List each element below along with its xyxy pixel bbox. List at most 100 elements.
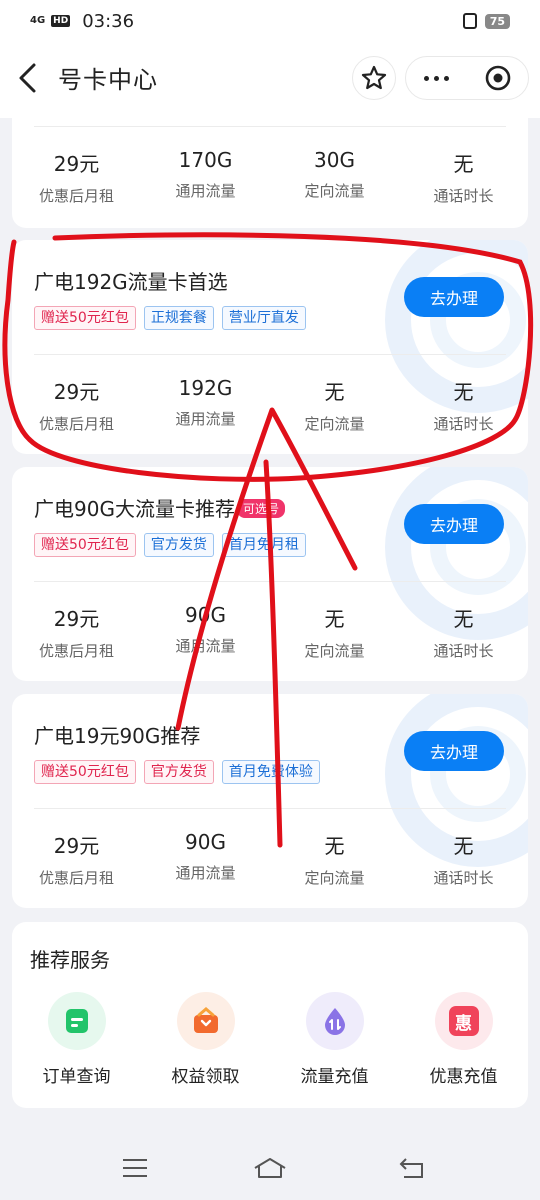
more-button[interactable] <box>406 75 467 81</box>
vibrate-icon <box>462 13 477 29</box>
card-stats: 29元 优惠后月租 192G 通用流量 无定向流量 无通话时长 <box>12 376 528 434</box>
stat-value: 无 <box>324 834 345 858</box>
stat-label: 定向流量 <box>304 182 365 200</box>
more-dot-icon <box>434 75 439 81</box>
favorite-button[interactable] <box>352 56 396 100</box>
stat-value: 170G <box>178 148 233 172</box>
stat-value: 无 <box>453 380 474 404</box>
stat-call-time: 无通话时长 <box>399 148 528 206</box>
back-nav-button[interactable] <box>392 1155 432 1181</box>
status-right: 75 <box>462 13 510 29</box>
card-90g-big[interactable]: 广电90G大流量卡推荐 可选号 赠送50元红包 官方发货 首月免月租 去办理 29… <box>12 467 528 681</box>
recommended-services: 推荐服务 订单查询 权益领取 流量充值 惠 优惠充值 <box>12 922 528 1108</box>
service-label: 优惠充值 <box>429 1067 498 1087</box>
card-title: 广电90G大流量卡推荐 可选号 <box>34 493 285 522</box>
apply-button[interactable]: 去办理 <box>404 504 504 544</box>
tag: 官方发货 <box>143 760 214 784</box>
stat-value: 无 <box>324 380 345 404</box>
tag: 官方发货 <box>143 533 214 557</box>
stat-label: 通用流量 <box>175 637 236 655</box>
stat-directed-data: 无定向流量 <box>270 830 399 888</box>
status-left: 4G HD 03:36 <box>30 11 134 32</box>
service-benefits[interactable]: 权益领取 <box>141 992 270 1087</box>
service-data-recharge[interactable]: 流量充值 <box>270 992 399 1087</box>
card-title: 广电192G流量卡首选 <box>34 270 228 294</box>
card-stats: 29元 优惠后月租 90G 通用流量 无定向流量 无通话时长 <box>12 603 528 661</box>
card-title-text: 广电90G大流量卡推荐 <box>34 497 235 521</box>
card-tags: 赠送50元红包 正规套餐 营业厅直发 <box>34 306 306 330</box>
back-button[interactable] <box>14 60 44 96</box>
stat-directed-data: 30G 定向流量 <box>270 148 399 206</box>
card-192g[interactable]: 广电192G流量卡首选 赠送50元红包 正规套餐 营业厅直发 去办理 29元优惠… <box>12 240 528 454</box>
stat-value: 无 <box>453 607 474 631</box>
service-discount-recharge[interactable]: 惠 优惠充值 <box>399 992 528 1087</box>
order-icon <box>47 992 106 1050</box>
hd-badge: HD <box>51 15 71 27</box>
service-order-query[interactable]: 订单查询 <box>12 992 141 1087</box>
clock: 03:36 <box>82 10 135 32</box>
stat-value: 29元 <box>53 607 100 631</box>
tag: 首月免费体验 <box>221 760 320 784</box>
card-divider <box>34 808 506 809</box>
selectable-number-badge: 可选号 <box>236 499 285 518</box>
stat-call-time: 无通话时长 <box>399 603 528 661</box>
card-stats: 29元 优惠后月租 90G 通用流量 无定向流量 无通话时长 <box>12 830 528 888</box>
stat-call-time: 无通话时长 <box>399 830 528 888</box>
apply-button[interactable]: 去办理 <box>404 277 504 317</box>
stat-value: 29元 <box>53 152 100 176</box>
stat-label: 通话时长 <box>433 869 494 887</box>
stat-value: 192G <box>178 376 233 400</box>
stat-label: 通用流量 <box>175 410 236 428</box>
stat-label: 优惠后月租 <box>38 642 114 660</box>
battery-level: 75 <box>484 13 510 29</box>
stat-value: 30G <box>314 148 355 172</box>
menu-button[interactable] <box>115 1155 155 1181</box>
tag: 正规套餐 <box>143 306 214 330</box>
stat-value: 90G <box>185 830 226 854</box>
more-dot-icon <box>424 75 429 81</box>
apply-button[interactable]: 去办理 <box>404 731 504 771</box>
back-arrow-icon <box>399 1158 423 1178</box>
stat-monthly: 29元优惠后月租 <box>12 148 141 206</box>
home-button[interactable] <box>250 1155 290 1181</box>
page-title: 号卡中心 <box>58 66 158 94</box>
stat-value: 29元 <box>53 834 100 858</box>
stat-value: 29元 <box>53 380 100 404</box>
close-mini-program-button[interactable] <box>467 64 528 92</box>
card-divider <box>34 354 506 355</box>
services-title: 推荐服务 <box>30 948 110 972</box>
stat-monthly: 29元优惠后月租 <box>12 376 141 434</box>
card-divider <box>34 581 506 582</box>
card-170g: 29元优惠后月租 170G 通用流量 30G 定向流量 无通话时长 <box>12 108 528 228</box>
stat-monthly: 29元 优惠后月租 <box>12 830 141 888</box>
stat-label: 优惠后月租 <box>38 187 114 205</box>
stat-general-data: 170G 通用流量 <box>141 148 270 206</box>
tag: 赠送50元红包 <box>34 760 136 784</box>
stat-label: 优惠后月租 <box>38 415 114 433</box>
service-label: 流量充值 <box>300 1067 369 1087</box>
stat-directed-data: 无定向流量 <box>270 376 399 434</box>
more-dot-icon <box>444 75 449 81</box>
card-stats: 29元优惠后月租 170G 通用流量 30G 定向流量 无通话时长 <box>12 148 528 206</box>
menu-icon <box>123 1159 147 1177</box>
discount-glyph: 惠 <box>448 1006 479 1036</box>
system-nav-bar <box>0 1135 540 1200</box>
service-label: 权益领取 <box>171 1067 240 1087</box>
stat-value: 90G <box>185 603 226 627</box>
stat-label: 通用流量 <box>175 182 236 200</box>
network-indicator: 4G <box>30 15 46 26</box>
star-icon <box>361 65 387 90</box>
card-19-90g[interactable]: 广电19元90G推荐 赠送50元红包 官方发货 首月免费体验 去办理 29元 优惠… <box>12 694 528 908</box>
home-icon <box>254 1158 286 1178</box>
services-row: 订单查询 权益领取 流量充值 惠 优惠充值 <box>12 992 528 1087</box>
card-title: 广电19元90G推荐 <box>34 724 201 748</box>
card-tags: 赠送50元红包 官方发货 首月免月租 <box>34 533 306 557</box>
target-icon <box>485 65 510 91</box>
tag: 营业厅直发 <box>221 306 306 330</box>
stat-label: 通话时长 <box>433 642 494 660</box>
app-header: 号卡中心 <box>0 42 540 118</box>
data-icon <box>305 992 364 1050</box>
stat-label: 定向流量 <box>304 415 365 433</box>
tag: 赠送50元红包 <box>34 533 136 557</box>
tag: 赠送50元红包 <box>34 306 136 330</box>
